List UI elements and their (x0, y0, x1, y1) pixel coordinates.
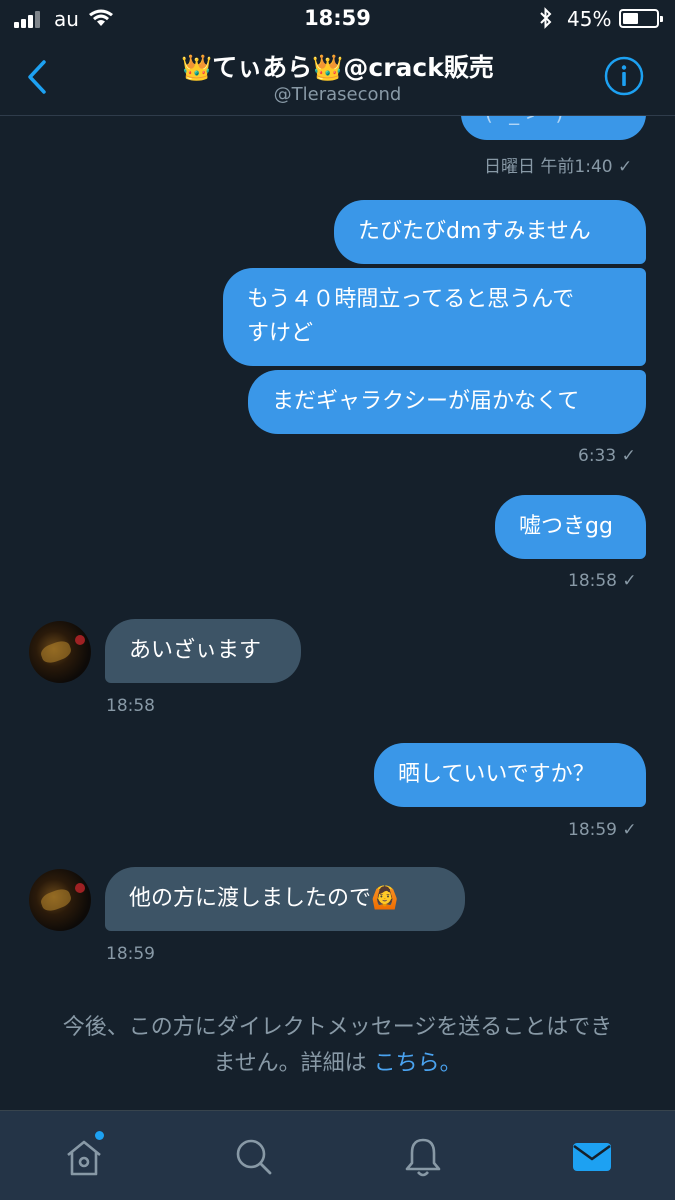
tab-bar (0, 1110, 675, 1200)
status-bar: au 18:59 45% (0, 0, 675, 38)
messages-icon[interactable] (570, 1135, 614, 1179)
message-list[interactable]: ( ´_ゝ` ) 日曜日 午前1:40 ✓ たびたびdmすみません もう４０時間… (0, 86, 675, 990)
message-bubble-outgoing[interactable]: 嘘つきgg (495, 495, 646, 559)
notifications-icon[interactable] (401, 1135, 445, 1179)
message-bubble-outgoing[interactable]: もう４０時間立ってると思うんで すけど (223, 268, 646, 366)
home-icon[interactable] (62, 1135, 106, 1179)
message-timestamp: 日曜日 午前1:40 ✓ (484, 157, 633, 177)
avatar[interactable] (29, 621, 91, 683)
bluetooth-icon (540, 7, 552, 29)
message-bubble-outgoing[interactable]: たびたびdmすみません (334, 200, 646, 264)
conversation-header: 👑てぃあら👑@crack販売 @Tlerasecond (0, 38, 675, 116)
message-timestamp: 18:58 (106, 696, 155, 716)
avatar[interactable] (29, 869, 91, 931)
new-content-dot (95, 1131, 104, 1140)
message-bubble-incoming[interactable]: あいざぃます (105, 619, 301, 683)
message-line: すけど (247, 321, 314, 346)
notice-text: ません。詳細は (213, 1051, 367, 1076)
details-link[interactable]: こちら。 (374, 1051, 462, 1076)
info-button[interactable] (603, 55, 645, 97)
message-timestamp: 6:33 ✓ (578, 446, 636, 466)
battery-percent: 45% (567, 7, 612, 31)
message-timestamp: 18:58 ✓ (568, 571, 637, 591)
dm-blocked-notice: 今後、この方にダイレクトメッセージを送ることはでき ません。詳細は こちら。 (0, 1010, 675, 1082)
message-bubble-outgoing[interactable]: 晒していいですか？ (374, 743, 646, 807)
message-timestamp: 18:59 (106, 944, 155, 964)
notice-line-2: ません。詳細は こちら。 (18, 1046, 657, 1082)
message-bubble-outgoing[interactable]: まだギャラクシーが届かなくて (248, 370, 646, 434)
battery-icon (619, 9, 663, 28)
search-icon[interactable] (232, 1135, 276, 1179)
conversation-handle: @Tlerasecond (273, 84, 402, 105)
notice-line: 今後、この方にダイレクトメッセージを送ることはでき (62, 1015, 613, 1040)
message-line: もう４０時間立ってると思うんで (247, 287, 575, 312)
conversation-title: 👑てぃあら👑@crack販売 (181, 53, 494, 82)
message-timestamp: 18:59 ✓ (568, 820, 637, 840)
message-bubble-incoming[interactable]: 他の方に渡しましたので🙆 (105, 867, 465, 931)
